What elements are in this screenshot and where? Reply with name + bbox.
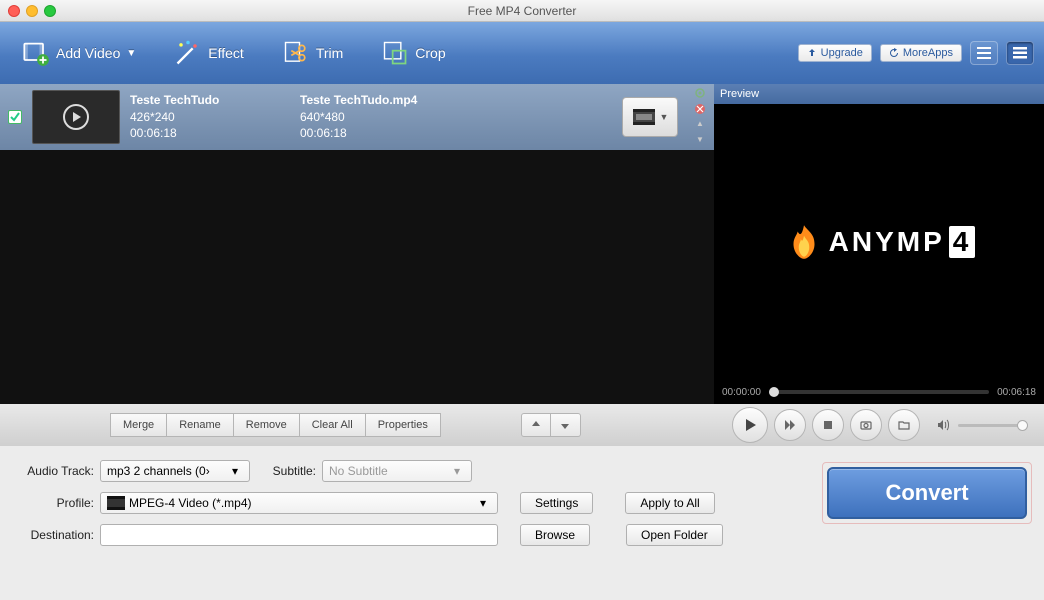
refresh-icon bbox=[889, 48, 899, 58]
move-down-button[interactable] bbox=[551, 413, 581, 437]
video-thumbnail[interactable] bbox=[32, 90, 120, 144]
preview-header: Preview bbox=[714, 84, 1044, 104]
list-icon bbox=[977, 47, 991, 59]
merge-button[interactable]: Merge bbox=[110, 413, 167, 437]
output-format-dropdown[interactable]: ▼ bbox=[622, 97, 678, 137]
seek-slider[interactable] bbox=[769, 390, 989, 394]
chevron-down-icon: ▼ bbox=[660, 112, 669, 122]
audio-track-label: Audio Track: bbox=[12, 464, 94, 478]
open-folder-button[interactable]: Open Folder bbox=[626, 524, 723, 546]
play-icon bbox=[63, 104, 89, 130]
apply-to-all-button[interactable]: Apply to All bbox=[625, 492, 714, 514]
move-up-button[interactable] bbox=[521, 413, 551, 437]
window-title: Free MP4 Converter bbox=[0, 4, 1044, 18]
stop-button[interactable] bbox=[812, 409, 844, 441]
item-settings-icon[interactable] bbox=[694, 87, 706, 99]
titlebar: Free MP4 Converter bbox=[0, 0, 1044, 22]
preview-timeline: 00:00:00 00:06:18 bbox=[714, 380, 1044, 404]
add-video-label: Add Video bbox=[56, 45, 120, 61]
clearall-button[interactable]: Clear All bbox=[300, 413, 366, 437]
brand-logo: ANYMP 4 bbox=[783, 221, 976, 263]
output-filename: Teste TechTudo.mp4 bbox=[300, 92, 480, 109]
wand-icon bbox=[174, 39, 202, 67]
convert-button[interactable]: Convert bbox=[827, 467, 1027, 519]
folder-icon bbox=[898, 419, 910, 431]
destination-input[interactable] bbox=[100, 524, 498, 546]
crop-label: Crop bbox=[415, 45, 445, 61]
action-bar: Merge Rename Remove Clear All Properties bbox=[0, 404, 1044, 446]
flame-icon bbox=[783, 221, 825, 263]
audio-track-select[interactable]: mp3 2 channels (0› ▾ bbox=[100, 460, 250, 482]
forward-icon bbox=[784, 419, 796, 431]
moreapps-label: MoreApps bbox=[903, 47, 953, 59]
list-view-button[interactable] bbox=[970, 41, 998, 65]
moreapps-button[interactable]: MoreApps bbox=[880, 44, 962, 62]
snapshot-button[interactable] bbox=[850, 409, 882, 441]
film-icon bbox=[632, 106, 656, 128]
dropdown-caret-icon: ▼ bbox=[126, 48, 136, 59]
playback-total: 00:06:18 bbox=[997, 387, 1036, 398]
upload-icon bbox=[807, 48, 817, 58]
effect-button[interactable]: Effect bbox=[162, 35, 256, 71]
playback-position: 00:00:00 bbox=[722, 387, 761, 398]
subtitle-select[interactable]: No Subtitle ▾ bbox=[322, 460, 472, 482]
source-title: Teste TechTudo bbox=[130, 92, 290, 109]
scissors-icon bbox=[282, 39, 310, 67]
main-toolbar: Add Video ▼ Effect Trim Crop Upgrade Mor… bbox=[0, 22, 1044, 84]
crop-button[interactable]: Crop bbox=[369, 35, 457, 71]
arrow-down-icon bbox=[560, 420, 570, 430]
source-duration: 00:06:18 bbox=[130, 125, 290, 142]
browse-button[interactable]: Browse bbox=[520, 524, 590, 546]
open-snapshot-folder-button[interactable] bbox=[888, 409, 920, 441]
film-icon bbox=[107, 496, 125, 510]
volume-slider[interactable] bbox=[958, 424, 1028, 427]
item-move-down-icon[interactable]: ▼ bbox=[694, 135, 706, 147]
trim-button[interactable]: Trim bbox=[270, 35, 355, 71]
crop-icon bbox=[381, 39, 409, 67]
play-button[interactable] bbox=[732, 407, 768, 443]
preview-viewport: ANYMP 4 bbox=[714, 104, 1044, 380]
menu-icon bbox=[1013, 47, 1027, 59]
remove-button[interactable]: Remove bbox=[234, 413, 300, 437]
output-resolution: 640*480 bbox=[300, 109, 480, 126]
source-resolution: 426*240 bbox=[130, 109, 290, 126]
subtitle-label: Subtitle: bbox=[256, 464, 316, 478]
video-list: Teste TechTudo 426*240 00:06:18 Teste Te… bbox=[0, 84, 714, 404]
chevron-down-icon: ▾ bbox=[227, 464, 243, 478]
volume-icon bbox=[936, 418, 950, 432]
upgrade-label: Upgrade bbox=[821, 47, 863, 59]
trim-label: Trim bbox=[316, 45, 343, 61]
chevron-down-icon: ▾ bbox=[475, 496, 491, 510]
item-remove-icon[interactable] bbox=[694, 103, 706, 115]
profile-label: Profile: bbox=[12, 496, 94, 510]
preview-panel: Preview ANYMP 4 00:00:00 00:06:18 bbox=[714, 84, 1044, 404]
destination-label: Destination: bbox=[12, 528, 94, 542]
profile-select[interactable]: MPEG-4 Video (*.mp4) ▾ bbox=[100, 492, 498, 514]
forward-button[interactable] bbox=[774, 409, 806, 441]
play-icon bbox=[743, 418, 757, 432]
effect-label: Effect bbox=[208, 45, 244, 61]
upgrade-button[interactable]: Upgrade bbox=[798, 44, 872, 62]
properties-button[interactable]: Properties bbox=[366, 413, 441, 437]
stop-icon bbox=[823, 420, 833, 430]
settings-button[interactable]: Settings bbox=[520, 492, 593, 514]
item-move-up-icon[interactable]: ▲ bbox=[694, 119, 706, 131]
video-list-item[interactable]: Teste TechTudo 426*240 00:06:18 Teste Te… bbox=[0, 84, 714, 150]
item-checkbox[interactable] bbox=[8, 110, 22, 124]
output-settings: Audio Track: mp3 2 channels (0› ▾ Subtit… bbox=[0, 446, 1044, 560]
chevron-down-icon: ▾ bbox=[449, 464, 465, 478]
menu-view-button[interactable] bbox=[1006, 41, 1034, 65]
film-add-icon bbox=[22, 39, 50, 67]
arrow-up-icon bbox=[531, 420, 541, 430]
add-video-button[interactable]: Add Video ▼ bbox=[10, 35, 148, 71]
camera-icon bbox=[860, 419, 872, 431]
rename-button[interactable]: Rename bbox=[167, 413, 234, 437]
output-duration: 00:06:18 bbox=[300, 125, 480, 142]
